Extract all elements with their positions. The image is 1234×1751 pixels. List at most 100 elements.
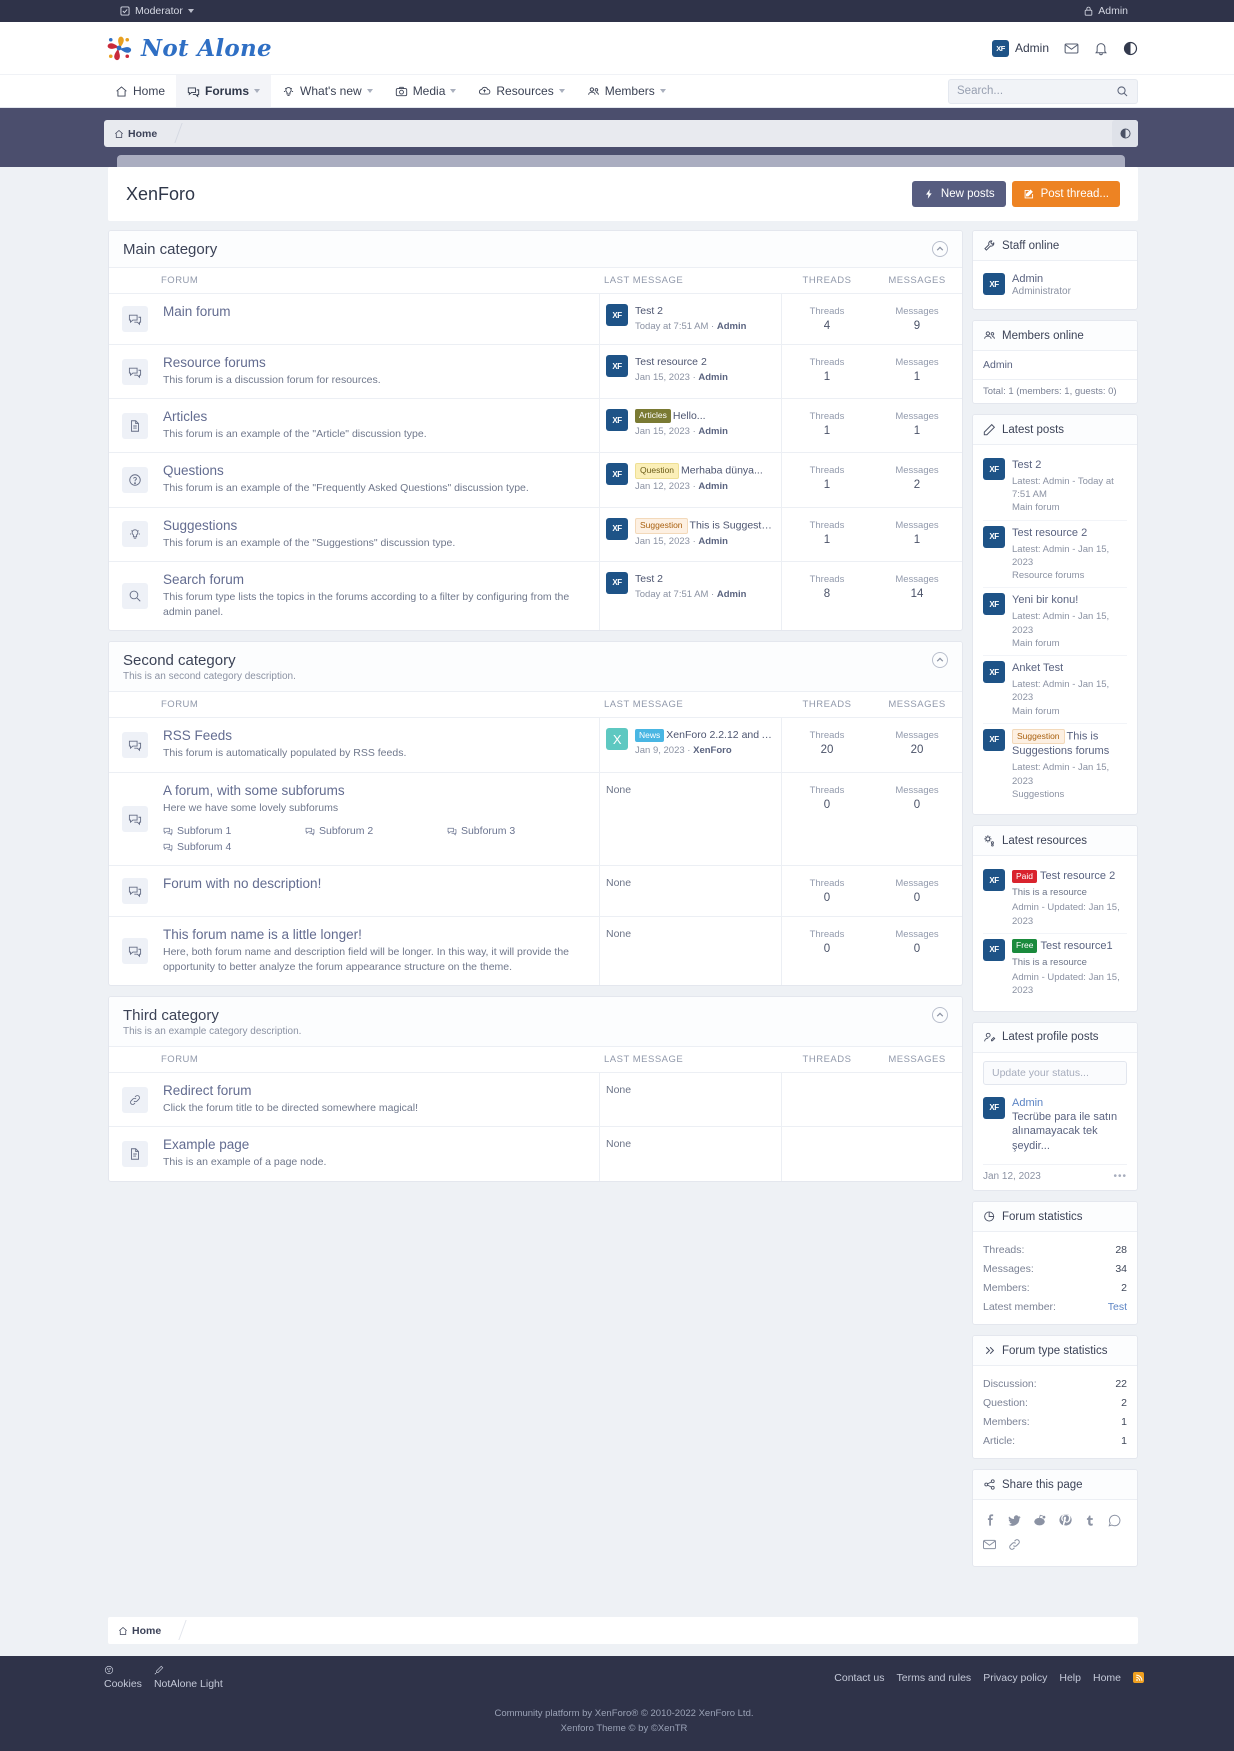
forum-title-link[interactable]: Search forum: [163, 572, 244, 587]
last-message-title[interactable]: Test 2: [635, 304, 773, 319]
messages-label: Messages: [872, 878, 962, 889]
collapse-toggle-button[interactable]: [932, 241, 948, 257]
forum-title-link[interactable]: RSS Feeds: [163, 728, 232, 743]
post-title[interactable]: Test 2: [1012, 458, 1127, 473]
stat-value[interactable]: Test: [1108, 1301, 1127, 1313]
envelope-icon[interactable]: [1064, 41, 1079, 56]
subforum-link[interactable]: Subforum 3: [447, 823, 589, 839]
table-row: QuestionsThis forum is an example of the…: [109, 453, 962, 507]
chevron-up-icon: [936, 245, 944, 253]
tumblr-icon[interactable]: [1077, 1508, 1102, 1532]
thread-prefix[interactable]: Articles: [635, 409, 671, 423]
thread-prefix[interactable]: Suggestion: [635, 518, 688, 534]
thread-prefix[interactable]: News: [635, 729, 664, 743]
facebook-icon[interactable]: [977, 1508, 1002, 1532]
forum-title-link[interactable]: Forum with no description!: [163, 876, 321, 891]
footer-style-link[interactable]: NotAlone Light: [154, 1665, 223, 1690]
link-icon[interactable]: [1002, 1532, 1027, 1556]
breadcrumb-item-home[interactable]: Home: [114, 128, 157, 140]
resource-title[interactable]: PaidTest resource 2: [1012, 869, 1127, 884]
list-item[interactable]: XF Admin Administrator: [983, 269, 1127, 301]
list-item[interactable]: XF Admin Tecrübe para ile satın alınamay…: [983, 1093, 1127, 1159]
forum-title-link[interactable]: Questions: [163, 463, 224, 478]
nav-item-home[interactable]: Home: [104, 75, 176, 107]
post-title[interactable]: Test resource 2: [1012, 526, 1127, 541]
last-message-title[interactable]: Test resource 2: [635, 355, 773, 370]
more-options-icon[interactable]: •••: [1113, 1171, 1127, 1182]
forum-info-cell: Forum with no description!: [161, 866, 600, 916]
theme-toggle-button[interactable]: [1112, 120, 1138, 147]
footer-link[interactable]: Help: [1059, 1672, 1081, 1684]
nav-item-media[interactable]: Media: [384, 75, 468, 107]
post-thread-button[interactable]: Post thread...: [1012, 181, 1120, 207]
bell-icon[interactable]: [1094, 41, 1108, 56]
last-message-title[interactable]: ArticlesHello...: [635, 409, 773, 424]
legal-line-1: Community platform by XenForo® © 2010-20…: [104, 1706, 1144, 1721]
forum-title-link[interactable]: This forum name is a little longer!: [163, 927, 362, 942]
breadcrumb-item-home-bottom[interactable]: Home: [118, 1625, 161, 1637]
search-input[interactable]: [957, 85, 1116, 97]
forum-title-link[interactable]: Redirect forum: [163, 1083, 252, 1098]
subforum-link[interactable]: Subforum 4: [163, 839, 305, 855]
last-message-title[interactable]: QuestionMerhaba dünya...: [635, 463, 773, 479]
last-message-cell: XFTest resource 2Jan 15, 2023 · Admin: [600, 345, 782, 398]
last-message-title[interactable]: SuggestionThis is Suggestions foru...: [635, 518, 773, 534]
email-icon[interactable]: [977, 1532, 1002, 1556]
nav-item-resources[interactable]: Resources: [467, 75, 575, 107]
admin-link[interactable]: Admin: [1084, 5, 1128, 17]
site-logo[interactable]: Not Alone: [104, 33, 272, 63]
contrast-icon[interactable]: [1123, 41, 1138, 56]
footer-link[interactable]: Contact us: [834, 1672, 884, 1684]
footer-link[interactable]: Terms and rules: [896, 1672, 971, 1684]
list-item[interactable]: XFSuggestionThis is Suggestions forumsLa…: [983, 724, 1127, 806]
collapse-toggle-button[interactable]: [932, 652, 948, 668]
forum-title-link[interactable]: Articles: [163, 409, 207, 424]
thread-prefix[interactable]: Suggestion: [1012, 729, 1065, 744]
last-message-title[interactable]: Test 2: [635, 572, 773, 587]
resource-title[interactable]: FreeTest resource1: [1012, 939, 1127, 954]
post-title[interactable]: Anket Test: [1012, 661, 1127, 676]
nav-item-forums[interactable]: Forums: [176, 75, 271, 107]
rss-icon[interactable]: [1133, 1672, 1144, 1683]
forum-title-link[interactable]: Suggestions: [163, 518, 237, 533]
member-name[interactable]: Admin: [983, 354, 1127, 376]
status-input[interactable]: [983, 1061, 1127, 1085]
moderator-menu[interactable]: Moderator: [120, 5, 194, 17]
forum-icon-cell: [109, 562, 161, 630]
stat-row: Article:1: [983, 1431, 1127, 1450]
list-item[interactable]: XFTest 2Latest: Admin - Today at 7:51 AM…: [983, 453, 1127, 521]
messages-label: Messages: [872, 574, 962, 585]
forum-title-link[interactable]: Resource forums: [163, 355, 266, 370]
footer-cookies-link[interactable]: Cookies: [104, 1665, 142, 1690]
nav-item-members[interactable]: Members: [576, 75, 677, 107]
profile-post-author[interactable]: Admin: [1012, 1097, 1127, 1109]
forum-title-link[interactable]: Main forum: [163, 304, 231, 319]
subforum-link[interactable]: Subforum 1: [163, 823, 305, 839]
nav-item-whats-new[interactable]: What's new: [271, 75, 384, 107]
list-item[interactable]: XFAnket TestLatest: Admin - Jan 15, 2023…: [983, 656, 1127, 724]
last-message-title[interactable]: NewsXenForo 2.2.12 and Add-On ...: [635, 728, 773, 743]
list-item[interactable]: XFPaidTest resource 2This is a resourceA…: [983, 864, 1127, 934]
pinterest-icon[interactable]: [1052, 1508, 1077, 1532]
list-item[interactable]: XFTest resource 2Latest: Admin - Jan 15,…: [983, 521, 1127, 589]
whatsapp-icon[interactable]: [1102, 1508, 1127, 1532]
footer-link[interactable]: Privacy policy: [983, 1672, 1047, 1684]
list-item[interactable]: XFFreeTest resource1This is a resourceAd…: [983, 934, 1127, 1003]
subforum-link[interactable]: Subforum 2: [305, 823, 447, 839]
site-header: Not Alone XF Admin: [0, 22, 1234, 75]
footer-link[interactable]: Home: [1093, 1672, 1121, 1684]
forum-title-link[interactable]: A forum, with some subforums: [163, 783, 345, 798]
search-icon[interactable]: [1116, 85, 1129, 98]
thread-prefix[interactable]: Question: [635, 463, 679, 479]
account-menu[interactable]: XF Admin: [992, 40, 1049, 57]
list-item[interactable]: XFYeni bir konu!Latest: Admin - Jan 15, …: [983, 588, 1127, 656]
twitter-icon[interactable]: [1002, 1508, 1027, 1532]
forum-title-link[interactable]: Example page: [163, 1137, 249, 1152]
new-posts-button[interactable]: New posts: [912, 181, 1006, 207]
post-title[interactable]: SuggestionThis is Suggestions forums: [1012, 729, 1127, 759]
messages-value: 20: [872, 744, 962, 756]
reddit-icon[interactable]: [1027, 1508, 1052, 1532]
collapse-toggle-button[interactable]: [932, 1007, 948, 1023]
post-title[interactable]: Yeni bir konu!: [1012, 593, 1127, 608]
search-box[interactable]: [948, 79, 1138, 104]
